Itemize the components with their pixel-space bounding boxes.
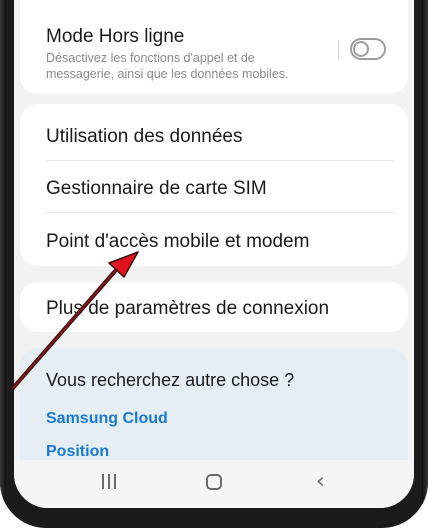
more-settings-card: Plus de paramètres de connexion [20, 282, 408, 332]
recent-apps-icon[interactable] [102, 474, 116, 490]
back-icon[interactable]: ‹ [316, 471, 325, 493]
suggestions-title: Vous recherchez autre chose ? [46, 370, 295, 390]
toggle-knob [353, 41, 369, 57]
phone-edge-left [0, 0, 6, 528]
samsung-cloud-link[interactable]: Samsung Cloud [46, 410, 168, 428]
phone-edge-right [422, 0, 428, 528]
mobile-hotspot-item[interactable]: Point d'accès mobile et modem [46, 231, 309, 253]
offline-mode-toggle[interactable] [350, 38, 386, 60]
home-icon[interactable] [206, 474, 222, 490]
settings-screen: Mode Hors ligne Désactivez les fonctions… [14, 0, 414, 508]
divider [46, 212, 394, 213]
phone-frame: Mode Hors ligne Désactivez les fonctions… [0, 0, 428, 528]
data-usage-item[interactable]: Utilisation des données [46, 126, 242, 148]
sim-manager-item[interactable]: Gestionnaire de carte SIM [46, 178, 267, 200]
offline-mode-title[interactable]: Mode Hors ligne [46, 26, 184, 48]
divider [46, 160, 394, 161]
toggle-separator [338, 40, 339, 60]
position-link[interactable]: Position [46, 443, 109, 461]
connections-card: Utilisation des données Gestionnaire de … [20, 104, 408, 266]
more-connection-settings-item[interactable]: Plus de paramètres de connexion [46, 298, 329, 320]
offline-mode-description: Désactivez les fonctions d'appel et de m… [46, 51, 289, 81]
offline-mode-card: Mode Hors ligne Désactivez les fonctions… [20, 0, 408, 94]
navigation-bar: ‹ [14, 460, 414, 508]
